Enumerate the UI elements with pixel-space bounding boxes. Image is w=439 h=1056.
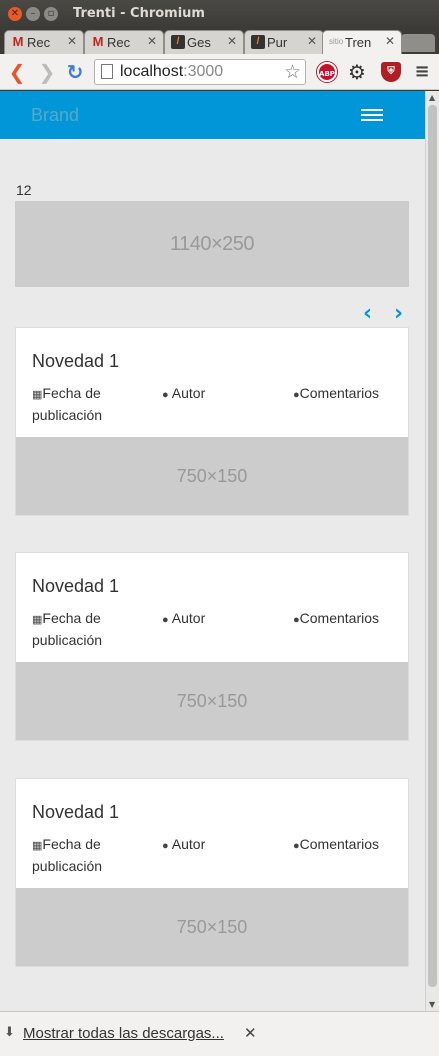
window-maximize-button[interactable]: ▫: [44, 7, 58, 21]
banner-image-placeholder: 1140×250: [15, 201, 409, 287]
calendar-icon: ▦: [32, 614, 43, 626]
post-title[interactable]: Novedad 1: [32, 802, 119, 823]
tab-close-icon[interactable]: ✕: [147, 34, 157, 48]
chevron-left-icon[interactable]: ‹: [363, 301, 372, 326]
tab-close-icon[interactable]: ✕: [67, 34, 77, 48]
tab-3[interactable]: / Ges ✕: [164, 30, 244, 54]
page-icon: sitio: [329, 37, 344, 46]
page-icon: [101, 64, 113, 79]
tab-label: Ges: [187, 35, 211, 50]
close-icon[interactable]: ✕: [244, 1024, 257, 1042]
post-title[interactable]: Novedad 1: [32, 576, 119, 597]
section-number: 12: [16, 182, 32, 198]
post-comments[interactable]: ●Comentarios: [293, 834, 379, 856]
calendar-icon: ▦: [32, 840, 43, 852]
vertical-scrollbar[interactable]: ▲ ▼: [425, 91, 439, 1011]
window-titlebar: ✕ – ▫ Trenti - Chromium: [0, 0, 439, 28]
post-card: Novedad 1 ▦Fecha de publicación ● Autor …: [15, 778, 409, 967]
tab-2[interactable]: M Rec ✕: [84, 30, 164, 54]
gmail-icon: M: [92, 34, 104, 49]
post-image-placeholder: 750×150: [16, 888, 408, 966]
post-comments[interactable]: ●Comentarios: [293, 608, 379, 630]
post-image-placeholder: 750×150: [16, 437, 408, 515]
tab-4[interactable]: / Pur ✕: [244, 30, 324, 54]
downloads-bar: ⬇ Mostrar todas las descargas... ✕: [0, 1011, 439, 1056]
post-card: Novedad 1 ▦Fecha de publicación ● Autor …: [15, 552, 409, 741]
tab-1[interactable]: M Rec ✕: [4, 30, 84, 54]
post-date: ▦Fecha de publicación: [32, 610, 103, 648]
show-all-downloads-link[interactable]: Mostrar todas las descargas...: [23, 1025, 224, 1042]
code-icon: /: [251, 35, 265, 49]
tab-label: Rec: [27, 35, 51, 50]
scrollbar-thumb[interactable]: [428, 105, 437, 987]
window-title: Trenti - Chromium: [73, 6, 205, 21]
tab-label: Pur: [267, 35, 288, 50]
post-image-placeholder: 750×150: [16, 662, 408, 740]
download-icon: ⬇: [4, 1024, 15, 1039]
bookmark-star-icon[interactable]: ☆: [284, 61, 301, 84]
address-bar[interactable]: localhost:3000 ☆: [94, 59, 306, 85]
post-title[interactable]: Novedad 1: [32, 351, 119, 372]
browser-toolbar: ❮ ❯ ↻ localhost:3000 ☆ ABP ⚙ ⛨ ≡: [0, 54, 439, 90]
new-tab-button[interactable]: [401, 34, 435, 52]
post-author: ● Autor: [162, 610, 206, 626]
user-icon: ●: [162, 614, 169, 626]
scroll-down-icon[interactable]: ▼: [429, 1000, 435, 1009]
post-date: ▦Fecha de publicación: [32, 385, 103, 423]
user-icon: ●: [162, 840, 169, 852]
scroll-up-icon[interactable]: ▲: [429, 93, 435, 102]
tab-close-icon[interactable]: ✕: [227, 34, 237, 48]
tab-5-active[interactable]: sitio Tren ✕: [322, 30, 402, 54]
address-url: localhost:3000: [120, 63, 224, 80]
menu-icon[interactable]: ≡: [412, 62, 432, 82]
post-date: ▦Fecha de publicación: [32, 836, 103, 874]
page-viewport: Brand 12 1140×250 ‹ › Novedad 1 ▦Fecha d…: [0, 91, 425, 1011]
post-author: ● Autor: [162, 385, 206, 401]
tab-label: Tren: [345, 35, 372, 50]
comments-icon: ●: [293, 840, 300, 852]
window-close-button[interactable]: ✕: [8, 7, 22, 21]
tab-label: Rec: [107, 35, 131, 50]
comments-icon: ●: [293, 614, 300, 626]
tab-close-icon[interactable]: ✕: [307, 34, 317, 48]
comments-icon: ●: [293, 389, 300, 401]
forward-icon[interactable]: ❯: [36, 60, 58, 84]
back-icon[interactable]: ❮: [6, 60, 28, 84]
shield-icon[interactable]: ⛨: [381, 62, 401, 82]
reload-icon[interactable]: ↻: [64, 60, 86, 84]
code-icon: /: [171, 35, 185, 49]
post-comments[interactable]: ●Comentarios: [293, 383, 379, 405]
user-icon: ●: [162, 389, 169, 401]
post-author: ● Autor: [162, 836, 206, 852]
post-card: Novedad 1 ▦Fecha de publicación ● Autor …: [15, 327, 409, 516]
adblock-icon[interactable]: ABP: [317, 62, 337, 82]
tab-close-icon[interactable]: ✕: [385, 34, 395, 48]
chevron-right-icon[interactable]: ›: [394, 301, 403, 326]
window-minimize-button[interactable]: –: [26, 7, 40, 21]
hamburger-menu-icon[interactable]: [358, 106, 386, 124]
calendar-icon: ▦: [32, 389, 43, 401]
site-navbar: Brand: [0, 91, 425, 139]
tab-strip: M Rec ✕ M Rec ✕ / Ges ✕ / Pur ✕ sitio Tr…: [0, 28, 439, 54]
brand-link[interactable]: Brand: [31, 105, 79, 126]
gmail-icon: M: [12, 34, 24, 49]
gear-icon[interactable]: ⚙: [347, 62, 367, 82]
